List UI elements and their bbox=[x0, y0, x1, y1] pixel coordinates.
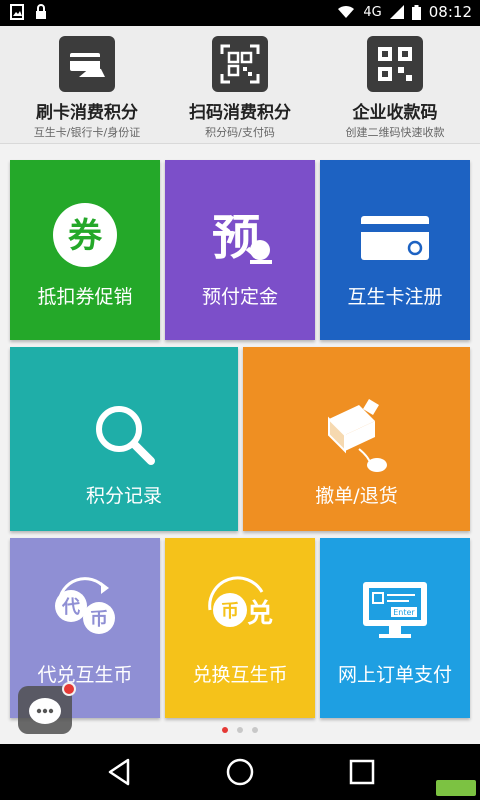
tile-label: 撤单/退货 bbox=[315, 485, 398, 507]
quick-label: 扫码消费积分 bbox=[189, 103, 291, 123]
clock: 08:12 bbox=[428, 3, 472, 21]
prepay-icon: 预 bbox=[212, 210, 272, 266]
exch2-icon-char-1: 币 bbox=[221, 601, 239, 622]
app-root: 4G 08:12 刷卡消费积分 互生卡/银行卡/身份证 扫码消费积分 积分码/支… bbox=[0, 0, 480, 800]
status-left-icons bbox=[10, 4, 48, 20]
chat-assistant-button[interactable] bbox=[18, 682, 76, 734]
exch1-icon-char-1: 代 bbox=[61, 597, 80, 618]
quick-sub: 积分码/支付码 bbox=[205, 126, 275, 139]
page-dot[interactable] bbox=[237, 727, 243, 733]
watermark-logo bbox=[436, 780, 476, 796]
status-bar: 4G 08:12 bbox=[0, 0, 480, 26]
quick-sub: 互生卡/银行卡/身份证 bbox=[33, 126, 141, 139]
card-icon bbox=[361, 216, 429, 260]
quick-actions-bar: 刷卡消费积分 互生卡/银行卡/身份证 扫码消费积分 积分码/支付码 企业收款码 … bbox=[0, 26, 480, 144]
prepay-icon-char: 预 bbox=[212, 210, 260, 266]
swipe-card-points-button[interactable]: 刷卡消费积分 互生卡/银行卡/身份证 bbox=[12, 36, 162, 139]
tile-label: 网上订单支付 bbox=[337, 664, 452, 686]
lock-icon bbox=[36, 4, 46, 19]
scan-qr-icon bbox=[212, 36, 268, 92]
recent-apps-icon[interactable] bbox=[346, 756, 378, 788]
back-icon[interactable] bbox=[104, 756, 136, 788]
signal-icon bbox=[389, 5, 404, 19]
coupon-icon: 券 bbox=[53, 203, 117, 267]
tile-label: 预付定金 bbox=[201, 286, 278, 308]
status-right-icons: 4G 08:12 bbox=[337, 3, 472, 21]
tile-label: 互生卡注册 bbox=[347, 286, 443, 308]
exch2-icon-char-2: 兑 bbox=[247, 599, 273, 629]
scan-code-points-button[interactable]: 扫码消费积分 积分码/支付码 bbox=[165, 36, 315, 139]
tile-label: 积分记录 bbox=[85, 485, 162, 507]
search-icon bbox=[96, 406, 155, 465]
exch1-icon-char-2: 币 bbox=[90, 609, 108, 630]
online-order-payment-tile[interactable]: Enter 网上订单支付 bbox=[320, 538, 470, 718]
image-icon bbox=[10, 4, 24, 20]
quick-label: 企业收款码 bbox=[352, 103, 438, 123]
cancel-refund-tile[interactable]: 撤单/退货 bbox=[243, 347, 470, 531]
exchange-coin-tile[interactable]: 币 兑 兑换互生币 bbox=[165, 538, 315, 718]
home-icon[interactable] bbox=[224, 756, 256, 788]
quick-label: 刷卡消费积分 bbox=[36, 103, 138, 123]
tile-label: 抵扣券促销 bbox=[37, 286, 133, 308]
notification-badge bbox=[62, 682, 76, 696]
prepay-deposit-tile[interactable]: 预 预付定金 bbox=[165, 160, 315, 340]
card-register-tile[interactable]: 互生卡注册 bbox=[320, 160, 470, 340]
enter-key-label: Enter bbox=[393, 608, 415, 617]
battery-icon bbox=[411, 4, 421, 20]
wifi-icon bbox=[338, 5, 355, 18]
card-swipe-icon bbox=[59, 36, 115, 92]
pos-machine-icon bbox=[327, 399, 387, 472]
coupon-icon-char: 券 bbox=[68, 216, 103, 256]
points-record-tile[interactable]: 积分记录 bbox=[10, 347, 238, 531]
coupon-promotion-tile[interactable]: 券 抵扣券促销 bbox=[10, 160, 160, 340]
quick-sub: 创建二维码快速收款 bbox=[345, 126, 445, 139]
network-type: 4G bbox=[363, 4, 382, 20]
page-dot[interactable] bbox=[252, 727, 258, 733]
tile-label: 兑换互生币 bbox=[192, 664, 288, 686]
monitor-icon: Enter bbox=[363, 582, 427, 638]
enterprise-qr-button[interactable]: 企业收款码 创建二维码快速收款 bbox=[320, 36, 470, 139]
qr-code-icon bbox=[367, 36, 423, 92]
page-dot[interactable] bbox=[222, 727, 228, 733]
page-indicator bbox=[0, 727, 480, 737]
tile-label: 代兑互生币 bbox=[37, 664, 133, 686]
system-nav-bar bbox=[0, 744, 480, 800]
coin-exchange-icon: 币 兑 bbox=[208, 576, 273, 629]
exchange-coin-icon: 代 币 bbox=[55, 577, 115, 634]
